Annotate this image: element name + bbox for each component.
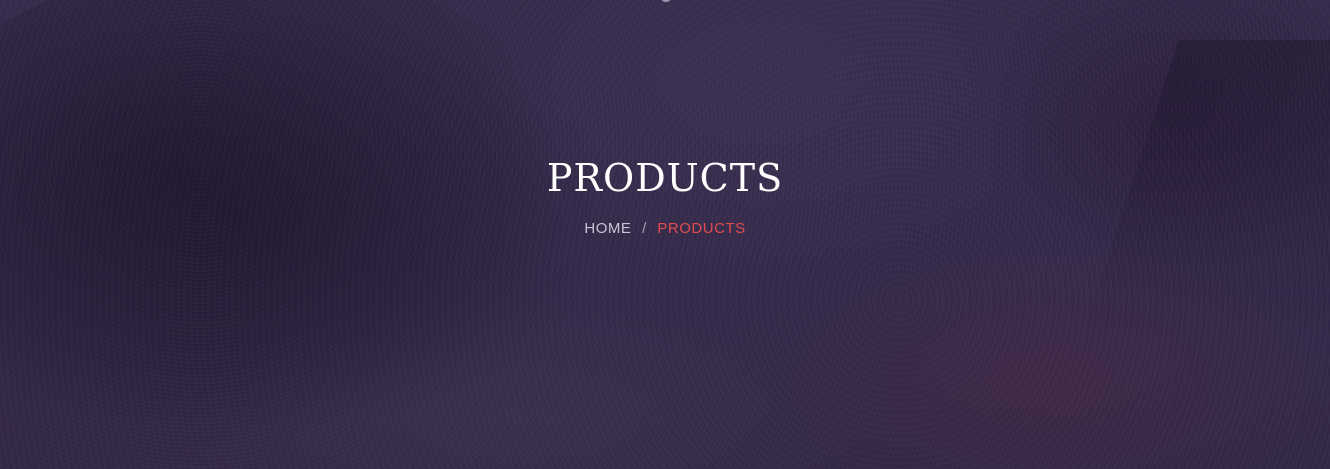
breadcrumb-current: PRODUCTS	[657, 220, 746, 237]
page-hero-banner: PRODUCTS HOME / PRODUCTS	[0, 0, 1330, 469]
breadcrumb: HOME / PRODUCTS	[0, 219, 1330, 239]
breadcrumb-home-link[interactable]: HOME	[584, 220, 631, 237]
hero-content: PRODUCTS HOME / PRODUCTS	[0, 155, 1330, 239]
page-title: PRODUCTS	[546, 156, 784, 200]
breadcrumb-separator: /	[642, 220, 647, 237]
